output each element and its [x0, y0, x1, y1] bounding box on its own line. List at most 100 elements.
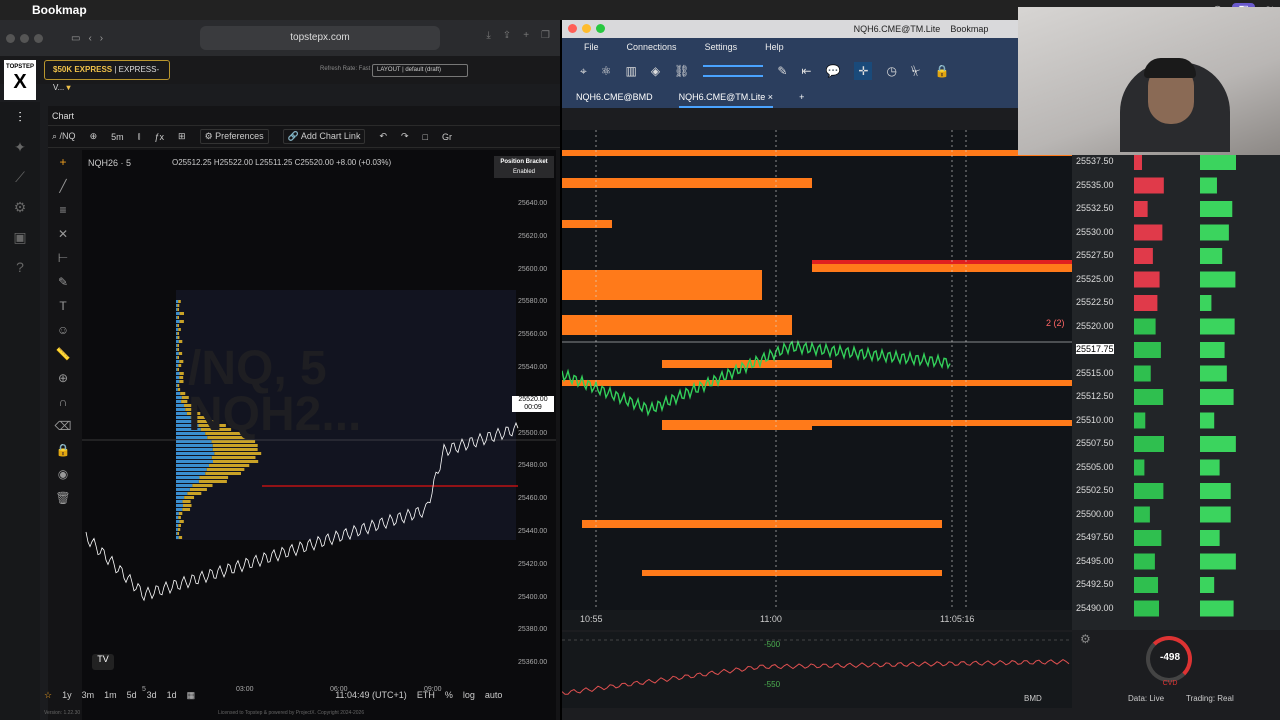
interval-button[interactable]: 5m	[111, 132, 124, 142]
undo-icon[interactable]: ↶	[379, 131, 387, 142]
layout-selector[interactable]: LAYOUT | default (draft)	[372, 64, 468, 77]
app-name[interactable]: Bookmap	[32, 3, 87, 17]
network-icon[interactable]: ⚛	[601, 64, 612, 78]
magnet-icon[interactable]: ∩	[48, 390, 78, 414]
date-range-icon[interactable]: ▦	[187, 690, 196, 701]
chart-clock[interactable]: 11:04:49 (UTC+1)	[335, 690, 407, 700]
line-icon[interactable]: ╱	[48, 174, 78, 198]
tv-icon[interactable]: ▣	[0, 222, 40, 252]
add-chart-link-button[interactable]: 🔗 Add Chart Link	[283, 129, 366, 144]
lock-icon[interactable]: 🔒	[48, 438, 78, 462]
redo-icon[interactable]: ↷	[401, 131, 409, 142]
trend-icon[interactable]: ⟋	[0, 162, 40, 192]
ladder-price[interactable]: 25525.00	[1076, 274, 1114, 284]
chat-icon[interactable]: 💬	[825, 64, 840, 78]
back-icon[interactable]: ‹	[88, 33, 91, 44]
url-bar[interactable]: topstepx.com	[200, 26, 440, 50]
hlines-icon[interactable]: ≡	[48, 198, 78, 222]
users-icon[interactable]: ✦	[0, 132, 40, 162]
range-5d[interactable]: 5d	[127, 690, 137, 700]
new-tab-icon[interactable]: +	[523, 30, 529, 41]
range-1y[interactable]: 1y	[62, 690, 72, 700]
sliders-icon[interactable]	[703, 65, 763, 77]
ladder-price[interactable]: 25495.00	[1076, 556, 1114, 566]
ladder-price[interactable]: 25510.00	[1076, 415, 1114, 425]
close-icon[interactable]	[6, 34, 15, 43]
ladder-price[interactable]: 25537.50	[1076, 156, 1114, 166]
tab-tm-lite[interactable]: NQH6.CME@TM.Lite ×	[679, 86, 773, 108]
minimize-icon[interactable]	[582, 24, 591, 33]
log-toggle[interactable]: log	[463, 690, 475, 700]
ladder-price[interactable]: 25490.00	[1076, 603, 1114, 613]
gear-icon[interactable]: ⚙	[1080, 632, 1091, 646]
diamond-icon[interactable]: ◈	[651, 64, 660, 78]
crosshair-icon[interactable]: +	[48, 150, 78, 174]
tab-bmd[interactable]: NQH6.CME@BMD	[576, 86, 653, 108]
crosshair-icon[interactable]: ✛	[854, 62, 872, 80]
ladder-price[interactable]: 25527.50	[1076, 250, 1114, 260]
menu-help[interactable]: Help	[765, 38, 784, 56]
sidebar-icon[interactable]: ▭	[71, 33, 80, 44]
favorite-icon[interactable]: ☆	[44, 690, 52, 701]
maximize-icon[interactable]	[596, 24, 605, 33]
chart-nav-icon[interactable]: ⫶	[0, 102, 40, 132]
ladder-price[interactable]: 25502.50	[1076, 485, 1114, 495]
ladder-price[interactable]: 25532.50	[1076, 203, 1114, 213]
lock-icon[interactable]: 🔒	[934, 64, 949, 78]
trash-icon[interactable]: 🗑	[48, 486, 78, 510]
ladder-price[interactable]: 25507.50	[1076, 438, 1114, 448]
forward-icon[interactable]: ›	[100, 33, 103, 44]
bars-icon[interactable]: ▥	[626, 64, 637, 78]
layout-grid-icon[interactable]: ⊞	[178, 131, 186, 142]
fullscreen-icon[interactable]: □	[423, 132, 428, 142]
account-selector[interactable]: $50K EXPRESS | EXPRESS-V... ▾	[44, 60, 170, 80]
range-3m[interactable]: 3m	[82, 690, 95, 700]
brush-icon[interactable]: ✎	[48, 270, 78, 294]
measure-icon[interactable]: ⇤	[801, 64, 811, 78]
ladder-price[interactable]: 25517.75	[1076, 344, 1114, 354]
percent-toggle[interactable]: %	[445, 690, 453, 700]
range-1d[interactable]: 1d	[167, 690, 177, 700]
text-icon[interactable]: T	[48, 294, 78, 318]
menu-file[interactable]: File	[584, 38, 599, 56]
pattern-icon[interactable]: ✕	[48, 222, 78, 246]
emoji-icon[interactable]: ☺	[48, 318, 78, 342]
price-ladder[interactable]: 25537.50 25535.00 25532.50 25530.00 25527.50…	[1072, 130, 1280, 630]
ruler-icon[interactable]: 📏	[48, 342, 78, 366]
ladder-price[interactable]: 25520.00	[1076, 321, 1114, 331]
chart-icon[interactable]: ⏧	[911, 64, 920, 79]
session-toggle[interactable]: ETH	[417, 690, 435, 700]
chart-type-icon[interactable]: ⫾	[138, 131, 141, 142]
menu-connections[interactable]: Connections	[627, 38, 677, 56]
heatmap[interactable]: 2 (2)	[562, 130, 1072, 630]
ladder-price[interactable]: 25530.00	[1076, 227, 1114, 237]
tabs-icon[interactable]: ❐	[541, 30, 550, 41]
share-icon[interactable]: ⇪	[503, 30, 511, 41]
maximize-icon[interactable]	[34, 34, 43, 43]
range-1m[interactable]: 1m	[104, 690, 117, 700]
link-icon[interactable]: ⛓	[674, 64, 689, 78]
preferences-button[interactable]: ⚙ Preferences	[200, 129, 269, 144]
eye-icon[interactable]: ◉	[48, 462, 78, 486]
price-axis[interactable]: 25640.00 25620.00 25600.00 25580.00 25560.00…	[512, 200, 558, 720]
ladder-price[interactable]: 25500.00	[1076, 509, 1114, 519]
ladder-price[interactable]: 25522.50	[1076, 297, 1114, 307]
eraser-icon[interactable]: ⌫	[48, 414, 78, 438]
pencil-icon[interactable]: ✎	[777, 64, 787, 78]
ladder-price[interactable]: 25497.50	[1076, 532, 1114, 542]
fork-icon[interactable]: ⊢	[48, 246, 78, 270]
settings-icon[interactable]: ⚙	[0, 192, 40, 222]
download-icon[interactable]: ⤓	[486, 30, 490, 41]
menu-settings[interactable]: Settings	[705, 38, 738, 56]
zoom-icon[interactable]: ⊕	[48, 366, 78, 390]
ladder-price[interactable]: 25505.00	[1076, 462, 1114, 472]
symbol-search[interactable]: ⌕ /NQ	[52, 131, 76, 142]
clock-icon[interactable]: ◷	[886, 64, 896, 78]
help-icon[interactable]: ?	[0, 252, 40, 282]
range-3d[interactable]: 3d	[147, 690, 157, 700]
add-tab-icon[interactable]: +	[799, 86, 804, 108]
auto-toggle[interactable]: auto	[485, 690, 503, 700]
close-icon[interactable]	[568, 24, 577, 33]
indicators-icon[interactable]: ƒx	[155, 132, 165, 142]
add-symbol-icon[interactable]: ⊕	[90, 131, 98, 142]
